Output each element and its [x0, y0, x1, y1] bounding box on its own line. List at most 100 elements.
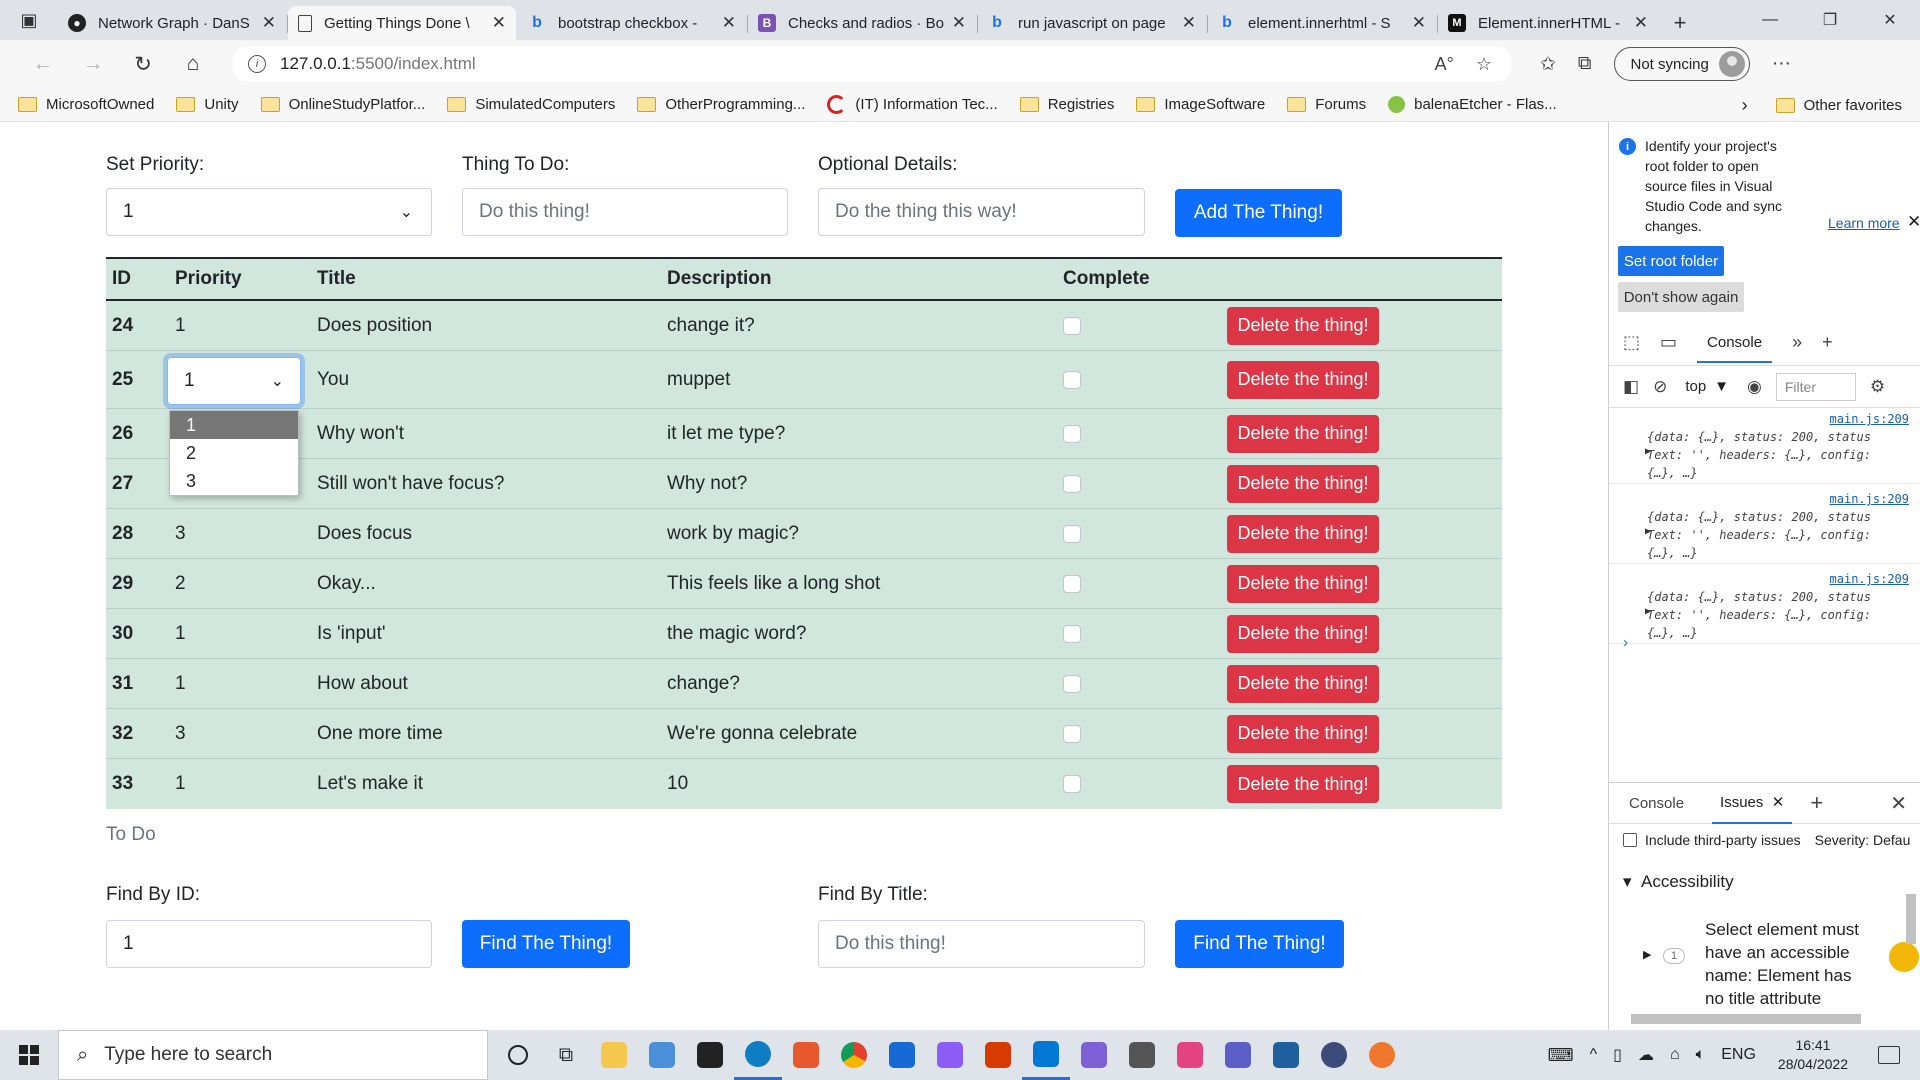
game-icon[interactable] — [926, 1030, 974, 1080]
tab-0[interactable]: ● Network Graph · DanS ✕ — [58, 6, 288, 40]
task-view-icon[interactable]: ⧉ — [542, 1030, 590, 1080]
tab-3[interactable]: B Checks and radios · Bo ✕ — [748, 6, 978, 40]
device-emulation-icon[interactable]: ▭ — [1660, 332, 1677, 353]
close-tab-icon[interactable]: ✕ — [262, 13, 276, 33]
severity-select[interactable]: Severity: Defau — [1815, 832, 1911, 848]
collections-icon[interactable]: ⧉ — [1578, 53, 1592, 75]
delete-thing-button[interactable]: Delete the thing! — [1227, 614, 1379, 653]
read-aloud-icon[interactable]: A° — [1435, 54, 1454, 75]
tab-5[interactable]: b element.innerhtml - S ✕ — [1208, 6, 1438, 40]
close-tab-icon[interactable]: ✕ — [1412, 13, 1426, 33]
favorite-item[interactable]: OtherProgramming... — [637, 96, 805, 113]
favorite-item[interactable]: ImageSoftware — [1136, 96, 1265, 113]
favorite-item[interactable]: Forums — [1287, 96, 1366, 113]
unity-icon[interactable] — [1118, 1030, 1166, 1080]
console-filter-input[interactable]: Filter — [1775, 372, 1856, 401]
thing-input[interactable]: Do this thing! — [462, 188, 788, 236]
log-source-link[interactable]: main.js:209 — [1830, 492, 1909, 506]
tab-4[interactable]: b run javascript on page ✕ — [978, 6, 1208, 40]
complete-checkbox[interactable] — [1063, 624, 1081, 643]
notification-icon[interactable] — [1878, 1046, 1900, 1064]
favorite-item[interactable]: Registries — [1019, 96, 1114, 113]
add-favorite-icon[interactable]: ☆ — [1476, 54, 1492, 75]
home-icon[interactable]: ⌂ — [168, 46, 218, 82]
log-source-link[interactable]: main.js:209 — [1830, 412, 1909, 426]
complete-checkbox[interactable] — [1063, 524, 1081, 543]
favorites-icon[interactable]: ✩ — [1540, 53, 1556, 76]
favorite-item[interactable]: OnlineStudyPlatfor... — [260, 96, 425, 113]
keyboard-icon[interactable]: ⌨ — [1548, 1045, 1574, 1066]
complete-checkbox[interactable] — [1063, 370, 1081, 389]
minimize-icon[interactable]: — — [1740, 0, 1800, 40]
priority-select[interactable]: 1 ⌄ — [106, 188, 432, 236]
chrome-icon[interactable] — [830, 1030, 878, 1080]
office-icon[interactable] — [974, 1030, 1022, 1080]
taskbar-search-box[interactable]: ⌕ Type here to search — [58, 1030, 488, 1080]
live-expression-icon[interactable]: ◉ — [1747, 377, 1762, 397]
issues-scrollbar-vertical[interactable] — [1904, 870, 1918, 1020]
eclipse-icon[interactable] — [1310, 1030, 1358, 1080]
brave-icon[interactable] — [782, 1030, 830, 1080]
complete-checkbox[interactable] — [1063, 775, 1081, 793]
favorite-item[interactable]: MicrosoftOwned — [18, 96, 154, 113]
favorite-item[interactable]: balenaEtcher - Flas... — [1388, 96, 1557, 113]
close-drawer-icon[interactable]: ✕ — [1890, 791, 1907, 816]
restore-icon[interactable]: ❐ — [1800, 0, 1860, 40]
set-root-folder-button[interactable]: Set root folder — [1618, 246, 1724, 276]
scroll-thumb[interactable] — [1631, 1014, 1861, 1024]
close-tab-icon[interactable]: ✕ — [1182, 13, 1196, 33]
teams-icon[interactable] — [1214, 1030, 1262, 1080]
network-icon[interactable]: ⌂ — [1670, 1046, 1680, 1064]
site-info-icon[interactable]: i — [248, 55, 266, 73]
learn-more-link[interactable]: Learn more — [1828, 215, 1900, 231]
issues-scrollbar-horizontal[interactable] — [1615, 1012, 1905, 1026]
add-drawer-tab-icon[interactable]: + — [1810, 790, 1823, 816]
postman-icon[interactable] — [1358, 1030, 1406, 1080]
issue-item[interactable]: ▶ 1 Select element must have an accessib… — [1643, 918, 1919, 1010]
xming-icon[interactable] — [1262, 1030, 1310, 1080]
file-explorer-icon[interactable] — [590, 1030, 638, 1080]
profile-sync-button[interactable]: Not syncing — [1613, 47, 1750, 81]
dont-show-again-button[interactable]: Don't show again — [1618, 282, 1744, 312]
close-tab-icon[interactable]: ✕ — [952, 13, 966, 33]
cortana-icon[interactable] — [494, 1030, 542, 1080]
gear-icon[interactable]: ⚙ — [1870, 377, 1885, 397]
inspect-icon[interactable]: ⬚ — [1623, 332, 1640, 353]
complete-checkbox[interactable] — [1063, 674, 1081, 693]
language-indicator[interactable]: ENG — [1721, 1046, 1756, 1064]
favorite-item[interactable]: Unity — [176, 96, 239, 113]
delete-thing-button[interactable]: Delete the thing! — [1227, 306, 1379, 345]
tab-2[interactable]: b bootstrap checkbox - ✕ — [518, 6, 748, 40]
volume-icon[interactable]: 🔈︎ — [1696, 1046, 1706, 1064]
favorite-item[interactable]: SimulatedComputers — [447, 96, 615, 113]
tab-console[interactable]: Console — [1697, 334, 1773, 363]
settings-more-icon[interactable]: ··· — [1772, 53, 1791, 75]
delete-thing-button[interactable]: Delete the thing! — [1227, 414, 1379, 453]
find-id-input[interactable]: 1 — [106, 920, 432, 968]
dropdown-option[interactable]: 1 — [170, 411, 298, 439]
vscode-icon[interactable] — [1022, 1030, 1070, 1080]
visual-studio-icon[interactable] — [1070, 1030, 1118, 1080]
cloud-icon[interactable]: ☁ — [1638, 1045, 1654, 1065]
back-icon[interactable]: ← — [18, 46, 68, 82]
edge-icon[interactable] — [734, 1030, 782, 1080]
more-tabs-icon[interactable]: » — [1792, 332, 1802, 353]
chevron-right-icon[interactable]: › — [1742, 95, 1748, 116]
third-party-checkbox[interactable] — [1623, 833, 1637, 847]
delete-thing-button[interactable]: Delete the thing! — [1227, 765, 1379, 803]
drawer-tab-issues[interactable]: Issues ✕ — [1712, 782, 1793, 824]
context-select[interactable]: top ▼ — [1681, 376, 1733, 397]
find-by-id-button[interactable]: Find The Thing! — [462, 920, 630, 968]
accessibility-group[interactable]: ▾ Accessibility — [1623, 872, 1734, 892]
delete-thing-button[interactable]: Delete the thing! — [1227, 714, 1379, 753]
tab-actions-icon[interactable]: ▣ — [0, 0, 58, 40]
console-prompt-icon[interactable]: › — [1623, 634, 1628, 651]
delete-thing-button[interactable]: Delete the thing! — [1227, 464, 1379, 503]
forward-icon[interactable]: → — [68, 46, 118, 82]
scroll-thumb[interactable] — [1906, 894, 1916, 944]
close-icon[interactable]: ✕ — [1907, 212, 1920, 232]
close-tab-icon[interactable]: ✕ — [722, 13, 736, 33]
tab-1[interactable]: Getting Things Done \ ✕ — [288, 6, 516, 40]
complete-checkbox[interactable] — [1063, 724, 1081, 743]
chevron-up-icon[interactable]: ^ — [1590, 1046, 1598, 1064]
